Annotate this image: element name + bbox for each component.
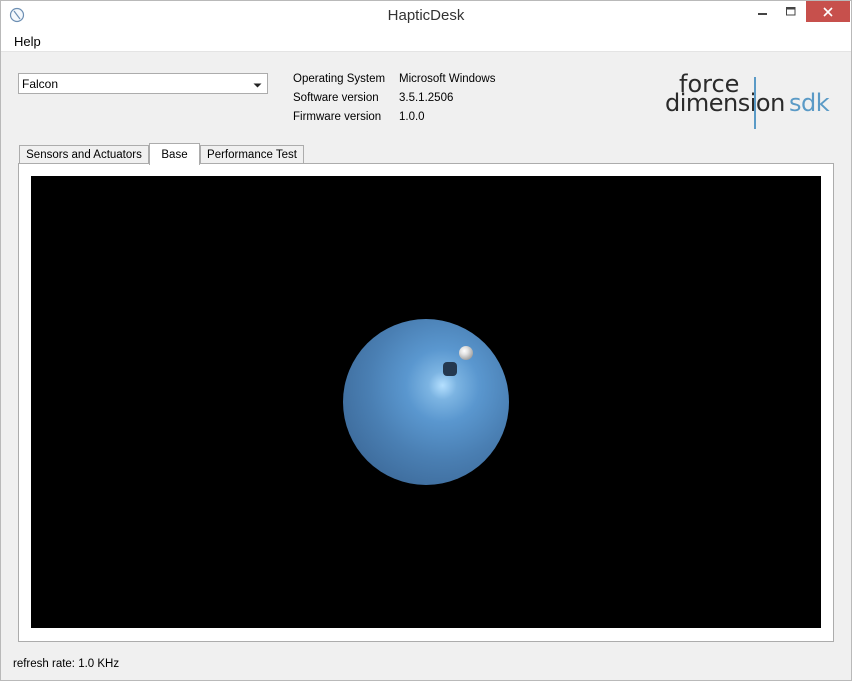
logo-text-sdk: sdk	[789, 89, 830, 117]
status-bar: refresh rate: 1.0 KHz	[13, 658, 120, 670]
app-window: HapticDesk Help Falcon Operating System …	[0, 0, 852, 681]
logo-divider	[754, 77, 756, 129]
device-select[interactable]: Falcon	[18, 73, 268, 94]
info-row-software: Software version 3.5.1.2506	[293, 92, 553, 111]
device-select-value: Falcon	[22, 77, 59, 91]
info-row-firmware: Firmware version 1.0.0	[293, 111, 553, 130]
logo-text-dimension: dimension	[665, 89, 785, 117]
minimize-icon	[758, 13, 767, 15]
tab-base[interactable]: Base	[149, 143, 200, 165]
force-dimension-logo: force dimension sdk	[665, 70, 835, 129]
info-value: Microsoft Windows	[399, 73, 496, 85]
workspace-sphere	[343, 319, 509, 485]
tab-sensors-and-actuators[interactable]: Sensors and Actuators	[19, 145, 149, 164]
menu-bar: Help	[1, 31, 851, 52]
device-info: Operating System Microsoft Windows Softw…	[293, 73, 553, 130]
close-button[interactable]	[806, 1, 850, 22]
close-icon	[823, 6, 833, 17]
contact-point	[443, 362, 457, 376]
title-bar[interactable]: HapticDesk	[1, 1, 851, 31]
tab-performance-test[interactable]: Performance Test	[200, 145, 304, 164]
info-row-os: Operating System Microsoft Windows	[293, 73, 553, 92]
chevron-down-icon[interactable]	[253, 79, 262, 93]
info-value: 1.0.0	[399, 111, 425, 123]
info-label: Operating System	[293, 73, 386, 85]
window-title: HapticDesk	[387, 7, 465, 24]
haptic-cursor	[459, 346, 473, 360]
minimize-button[interactable]	[748, 1, 778, 23]
info-label: Software version	[293, 92, 379, 104]
maximize-icon	[786, 7, 796, 16]
info-value: 3.5.1.2506	[399, 92, 454, 104]
menu-help[interactable]: Help	[9, 34, 46, 49]
maximize-button[interactable]	[778, 1, 804, 23]
info-label: Firmware version	[293, 111, 382, 123]
